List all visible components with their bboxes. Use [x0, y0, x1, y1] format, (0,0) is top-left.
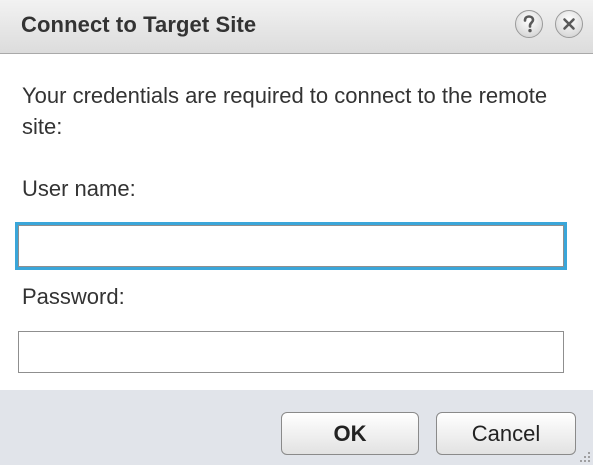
close-button[interactable]: [555, 10, 583, 38]
help-button[interactable]: [515, 10, 543, 38]
password-input[interactable]: [18, 331, 564, 373]
cancel-button[interactable]: Cancel: [436, 412, 576, 455]
username-input[interactable]: [15, 222, 567, 270]
resize-grip-icon[interactable]: [577, 449, 591, 463]
close-x-icon: [563, 18, 575, 30]
question-mark-icon: [523, 15, 535, 33]
dialog-title: Connect to Target Site: [21, 12, 257, 37]
password-label: Password:: [22, 284, 125, 309]
connect-dialog: Connect to Target Site Your credentials …: [0, 0, 593, 465]
username-label: User name:: [22, 176, 136, 201]
dialog-titlebar[interactable]: Connect to Target Site: [0, 0, 593, 54]
credentials-message: Your credentials are required to connect…: [22, 83, 548, 139]
dialog-footer: OK Cancel: [0, 390, 593, 465]
dialog-body: Your credentials are required to connect…: [0, 54, 593, 390]
ok-button[interactable]: OK: [281, 412, 419, 455]
